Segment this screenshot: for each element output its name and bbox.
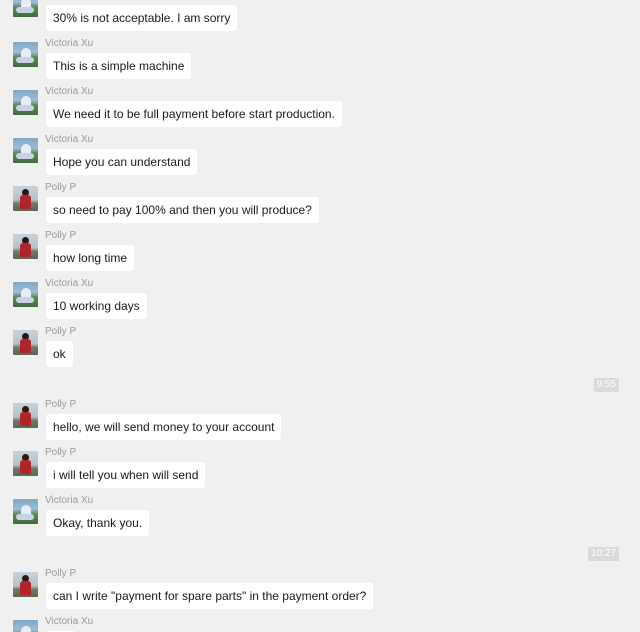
victoria-avatar[interactable] [13,0,38,17]
message-bubble[interactable]: Hope you can understand [46,149,198,175]
polly-avatar[interactable] [13,572,38,597]
victoria-avatar[interactable] [13,42,38,67]
victoria-avatar[interactable] [13,620,38,632]
message-bubble[interactable]: i will tell you when will send [46,462,206,488]
victoria-avatar[interactable] [13,499,38,524]
victoria-avatar[interactable] [13,282,38,307]
polly-avatar[interactable] [13,403,38,428]
sender-name: Polly P [45,326,77,337]
message-bubble[interactable]: ok [46,341,73,367]
sender-name: Victoria Xu [45,278,94,289]
sender-name: Polly P [45,182,77,193]
sender-name: Polly P [45,568,77,579]
message-bubble[interactable]: This is a simple machine [46,53,192,79]
sender-name: Polly P [45,230,77,241]
message-bubble[interactable]: can I write "payment for spare parts" in… [46,583,374,609]
message-bubble[interactable]: 30% is not acceptable. I am sorry [46,5,238,31]
message-bubble[interactable]: Okay, thank you. [46,510,150,536]
message-bubble[interactable]: so need to pay 100% and then you will pr… [46,197,319,223]
polly-avatar[interactable] [13,234,38,259]
timestamp: 9:55 [593,378,619,392]
polly-avatar[interactable] [13,451,38,476]
timestamp: 10:27 [587,547,619,561]
message-bubble[interactable]: hello, we will send money to your accoun… [46,414,282,440]
victoria-avatar[interactable] [13,90,38,115]
message-bubble[interactable]: 10 working days [46,293,147,319]
sender-name: Victoria Xu [45,495,94,506]
chat-history[interactable]: 30% is not acceptable. I am sorry Victor… [0,0,640,632]
victoria-avatar[interactable] [13,138,38,163]
sender-name: Victoria Xu [45,38,94,49]
sender-name: Polly P [45,399,77,410]
sender-name: Victoria Xu [45,616,94,627]
sender-name: Polly P [45,447,77,458]
sender-name: Victoria Xu [45,86,94,97]
polly-avatar[interactable] [13,186,38,211]
message-bubble[interactable]: how long time [46,245,135,271]
polly-avatar[interactable] [13,330,38,355]
message-bubble[interactable]: We need it to be full payment before sta… [46,101,342,127]
sender-name: Victoria Xu [45,134,94,145]
